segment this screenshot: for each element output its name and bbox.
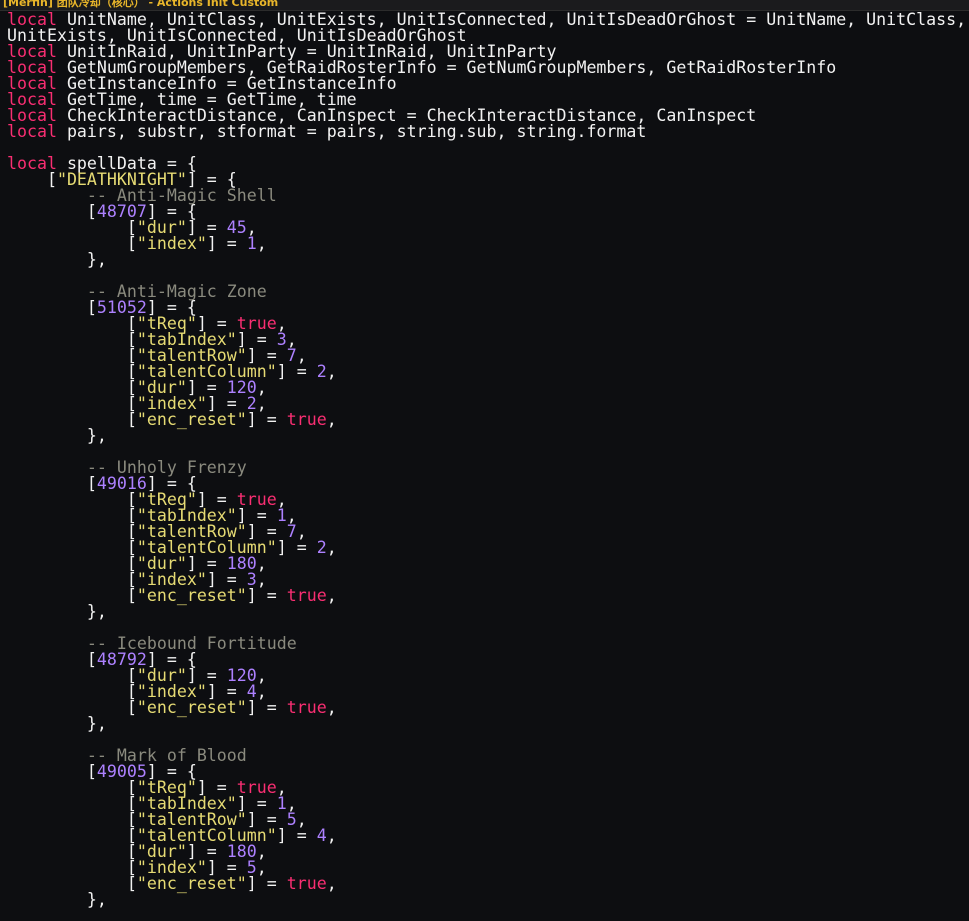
code-token: ] = [276,538,317,557]
code-line[interactable]: }, [7,250,966,269]
code-token: ] = [246,874,287,893]
number-token: 1 [246,234,257,253]
code-token: }, [7,890,107,909]
code-editor[interactable]: local UnitName, UnitClass, UnitExists, U… [0,11,969,921]
code-token: }, [7,602,107,621]
code-token: ] = [206,234,247,253]
window-titlebar[interactable]: [Merfin] 团队冷却（核心） - Actions Init Custom [0,0,969,11]
number-token: 4 [316,826,327,845]
code-line[interactable]: ["enc_reset"] = true, [7,586,966,605]
code-line[interactable]: }, [7,426,966,445]
code-line[interactable]: ["enc_reset"] = true, [7,410,966,429]
string-token: "enc_reset" [136,874,247,893]
code-text-area[interactable]: local UnitName, UnitClass, UnitExists, U… [7,11,966,909]
code-token: , [256,234,267,253]
code-line[interactable]: ["index"] = 1, [7,234,966,253]
code-token: , [326,698,337,717]
boolean-token: true [286,586,327,605]
string-token: "enc_reset" [136,698,247,717]
window-title: [Merfin] 团队冷却（核心） - Actions Init Custom [3,0,279,9]
code-editor-window: [Merfin] 团队冷却（核心） - Actions Init Custom … [0,0,969,921]
code-line[interactable]: }, [7,714,966,733]
code-line[interactable]: ["enc_reset"] = true, [7,698,966,717]
code-token: ] = [246,586,287,605]
code-line[interactable]: }, [7,602,966,621]
number-token: 2 [316,538,327,557]
code-line[interactable]: ["enc_reset"] = true, [7,874,966,893]
code-token: , [326,410,337,429]
boolean-token: true [286,410,327,429]
code-token: , [326,538,337,557]
code-line[interactable]: local pairs, substr, stformat = pairs, s… [7,122,966,141]
code-token: }, [7,714,107,733]
boolean-token: true [286,874,327,893]
code-token: ] = [276,362,317,381]
code-token: }, [7,426,107,445]
code-token: , [326,874,337,893]
number-token: 2 [316,362,327,381]
string-token: "index" [136,234,207,253]
code-token: ] = [276,826,317,845]
string-token: "enc_reset" [136,586,247,605]
code-token: ] = [246,698,287,717]
code-token: }, [7,250,107,269]
code-token: , [326,362,337,381]
editor-scrollbar[interactable] [963,11,969,921]
code-token: ] = [246,410,287,429]
boolean-token: true [286,698,327,717]
code-token: pairs, substr, stformat = pairs, string.… [56,122,647,141]
code-token: , [326,586,337,605]
code-token: , [326,826,337,845]
string-token: "enc_reset" [136,410,247,429]
code-line[interactable]: }, [7,890,966,909]
